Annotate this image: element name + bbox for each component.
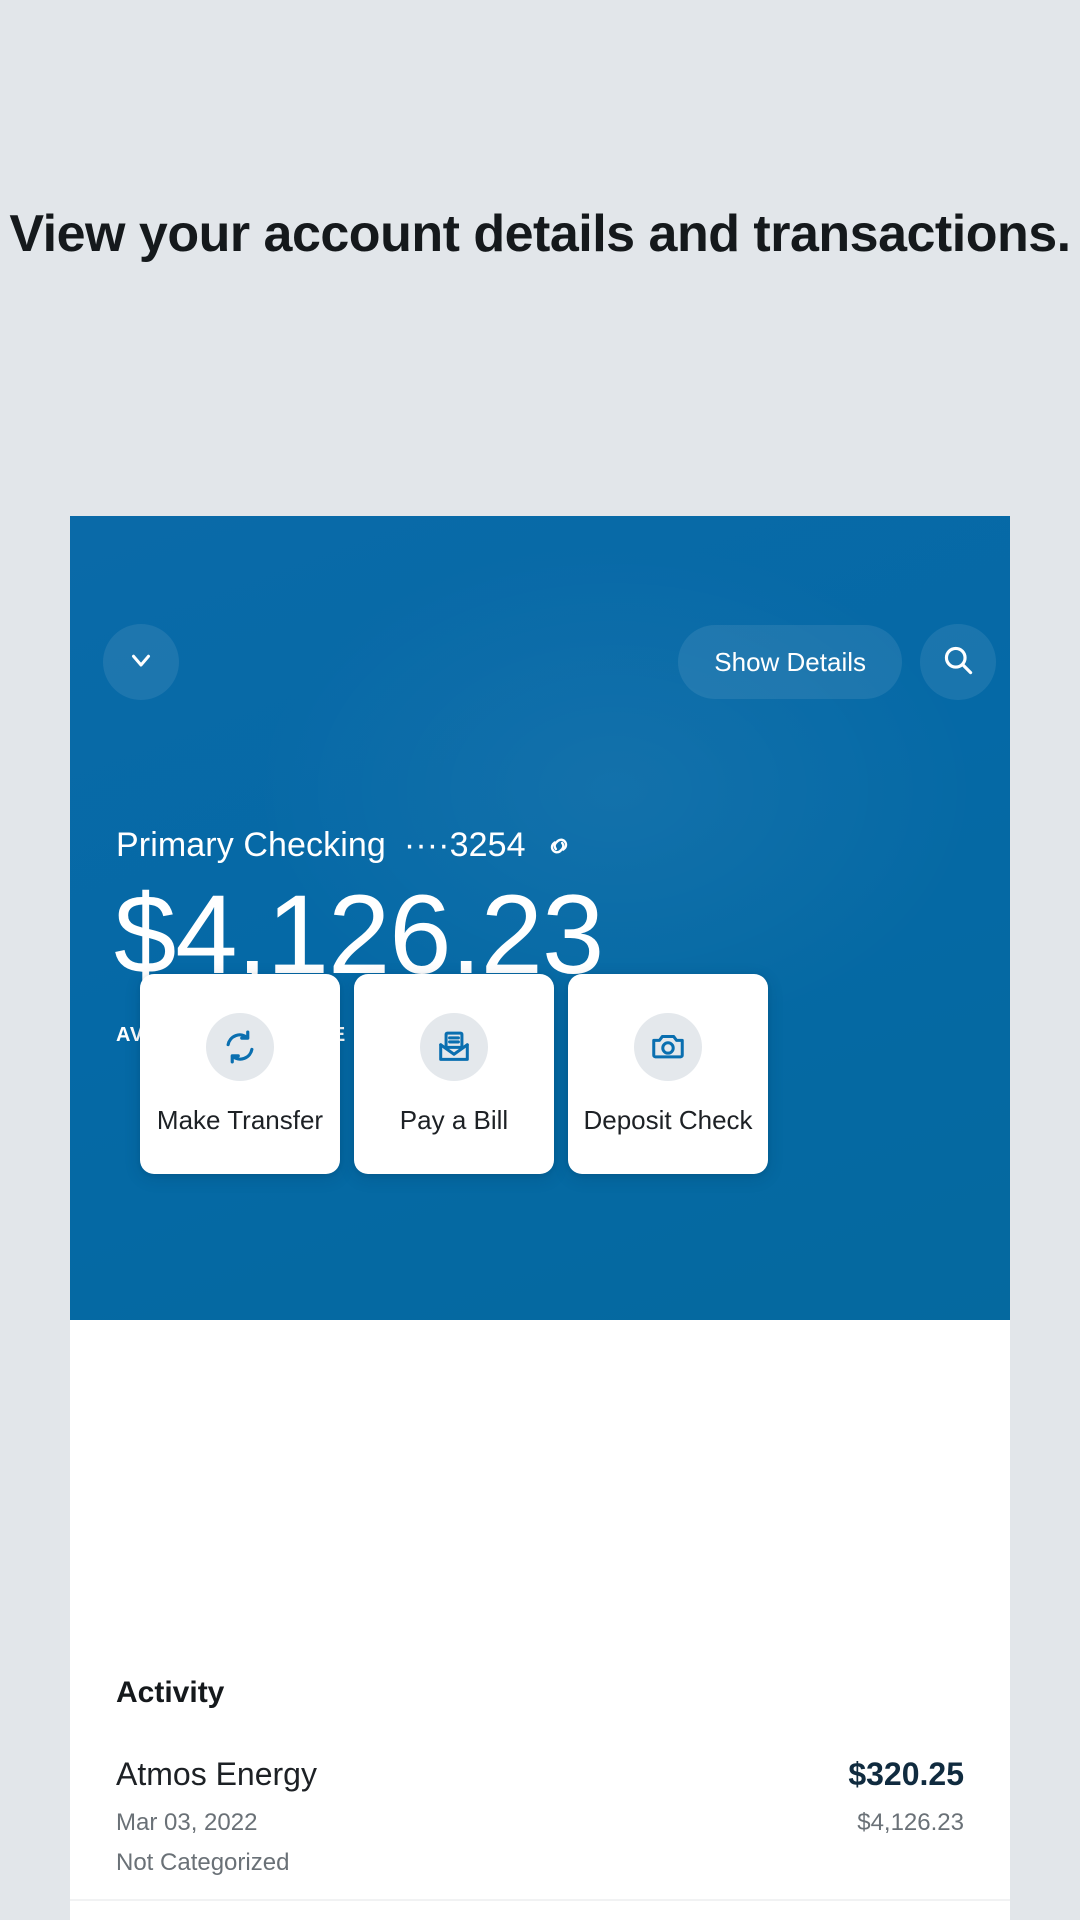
- quick-action-label: Make Transfer: [156, 1104, 324, 1135]
- page-root: View your account details and transactio…: [0, 0, 1080, 1920]
- transaction-merchant: Atmos Energy: [116, 1756, 317, 1792]
- transaction-running-balance: $4,126.23: [857, 1809, 964, 1836]
- page-title: View your account details and transactio…: [9, 205, 1071, 263]
- search-icon: [940, 642, 976, 683]
- envelope-bill-icon: [420, 1012, 488, 1081]
- transaction-secondary-line: Mar 03, 2022 $4,126.23: [116, 1809, 964, 1837]
- account-identity: Primary Checking ····3254: [116, 826, 574, 865]
- quick-action-label: Deposit Check: [583, 1104, 753, 1135]
- transaction-category: Not Categorized: [116, 1849, 290, 1876]
- quick-action-make-transfer[interactable]: Make Transfer: [140, 974, 340, 1174]
- show-details-label: Show Details: [714, 646, 866, 677]
- show-details-button[interactable]: Show Details: [678, 625, 902, 699]
- account-card: Show Details Primary Checking ····3254 $…: [70, 516, 1010, 1920]
- transaction-date: Mar 03, 2022: [116, 1809, 258, 1836]
- quick-action-pay-a-bill[interactable]: Pay a Bill: [354, 974, 554, 1174]
- camera-icon: [634, 1012, 702, 1081]
- activity-title: Activity: [116, 1676, 225, 1709]
- account-name: Primary Checking: [116, 826, 386, 864]
- search-button[interactable]: [920, 624, 996, 700]
- quick-actions: Make Transfer Pay a Bill Deposit Check: [140, 974, 768, 1174]
- transaction-row[interactable]: Home Depot $23.09 Feb 22, 2022 $3,805.98: [70, 1901, 1010, 1920]
- transaction-list: Atmos Energy $320.25 Mar 03, 2022 $4,126…: [70, 1756, 1010, 1920]
- quick-action-label: Pay a Bill: [399, 1104, 509, 1135]
- account-mask: ····3254: [403, 826, 526, 864]
- quick-action-deposit-check[interactable]: Deposit Check: [568, 974, 768, 1174]
- transfer-sync-icon: [206, 1012, 274, 1081]
- link-icon[interactable]: [544, 831, 574, 861]
- collapse-button[interactable]: [103, 624, 179, 700]
- transaction-amount: $320.25: [848, 1756, 964, 1792]
- transaction-primary-line: Atmos Energy $320.25: [116, 1756, 964, 1793]
- hero-toolbar: Show Details: [70, 624, 1010, 700]
- chevron-down-icon: [126, 645, 156, 680]
- transaction-row[interactable]: Atmos Energy $320.25 Mar 03, 2022 $4,126…: [70, 1756, 1010, 1901]
- activity-section: Activity Atmos Energy $320.25 Mar 03, 20…: [70, 1676, 1010, 1920]
